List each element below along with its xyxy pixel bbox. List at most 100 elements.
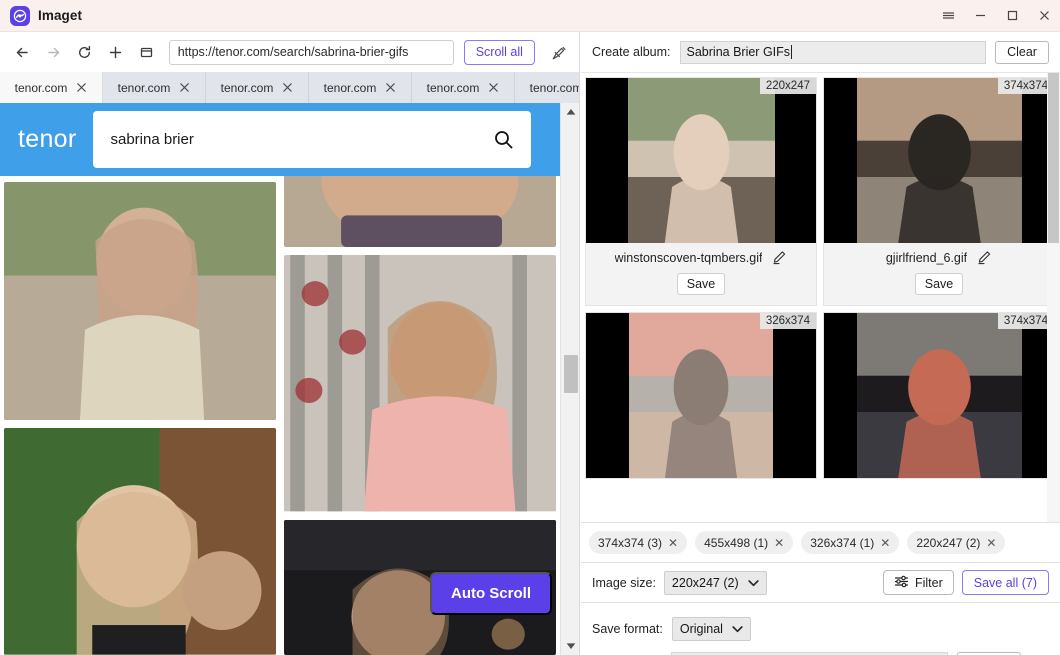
browser-tab[interactable]: tenor.com <box>309 72 412 103</box>
minimize-icon[interactable] <box>964 0 996 32</box>
tenor-search-value: sabrina brier <box>110 131 194 148</box>
hamburger-icon[interactable] <box>932 0 964 32</box>
card-list: 220x247 winstonscoven-tqmbers.gif Save 374x… <box>585 77 1056 479</box>
sliders-icon <box>894 574 909 592</box>
reload-icon[interactable] <box>70 37 99 67</box>
maximize-icon[interactable] <box>996 0 1028 32</box>
dimension-badge: 374x374 <box>997 313 1054 329</box>
tab-close-icon[interactable] <box>76 82 87 93</box>
file-location-row: File location: C:\Users\mobeesoft\Deskto… <box>581 646 1060 655</box>
browser-tab[interactable]: tenor.com <box>206 72 309 103</box>
browser-scrollbar[interactable] <box>560 103 579 655</box>
auto-scroll-button[interactable]: Auto Scroll <box>429 572 552 615</box>
tab-label: tenor.com <box>117 80 171 95</box>
app-brand: Imaget <box>0 5 82 26</box>
card-thumbnail[interactable]: 326x374 <box>586 313 816 478</box>
filter-button[interactable]: Filter <box>882 570 954 595</box>
image-card[interactable]: 326x374 <box>585 312 817 479</box>
card-thumbnail[interactable]: 374x374 <box>824 313 1054 478</box>
card-footer: gjirlfriend_6.gif Save <box>824 243 1054 305</box>
save-button[interactable]: Save <box>915 273 963 295</box>
filter-chip[interactable]: 326x374 (1) ✕ <box>801 531 900 554</box>
tab-label: tenor.com <box>529 80 580 95</box>
clear-button[interactable]: Clear <box>995 40 1049 64</box>
browser-pane: https://tenor.com/search/sabrina-brier-g… <box>0 32 580 655</box>
window-icon[interactable] <box>132 37 161 67</box>
change-location-button[interactable]: Change <box>957 651 1021 655</box>
arrow-right-icon[interactable] <box>39 37 68 67</box>
window-controls <box>932 0 1060 32</box>
gif-thumbnail[interactable] <box>4 428 276 655</box>
dimension-badge: 220x247 <box>759 78 816 94</box>
dimension-badge: 374x374 <box>997 78 1054 94</box>
scroll-all-button[interactable]: Scroll all <box>463 39 535 65</box>
filter-chip-label: 326x374 (1) <box>810 535 875 550</box>
downloads-panel: Create album: Sabrina Brier GIFs Clear 2… <box>581 32 1060 655</box>
save-format-select[interactable]: Original <box>671 617 751 641</box>
browser-tab[interactable]: tenor.com <box>412 72 515 103</box>
save-all-button[interactable]: Save all (7) <box>961 570 1049 595</box>
filter-chip-label: 455x498 (1) <box>704 535 769 550</box>
chip-remove-icon[interactable]: ✕ <box>986 537 996 549</box>
filter-chip[interactable]: 220x247 (2) ✕ <box>907 531 1006 554</box>
save-button[interactable]: Save <box>677 273 725 295</box>
chevron-down-icon <box>732 625 743 633</box>
album-name-input[interactable]: Sabrina Brier GIFs <box>679 40 986 64</box>
filter-chip-label: 220x247 (2) <box>916 535 981 550</box>
pencil-icon[interactable] <box>772 250 787 265</box>
pencil-icon[interactable] <box>977 250 992 265</box>
file-location-input[interactable]: C:\Users\mobeesoft\Desktop <box>671 651 949 655</box>
gif-thumbnail[interactable] <box>284 255 556 512</box>
image-size-row: Image size: 220x247 (2) Filter Save all … <box>581 563 1060 603</box>
chip-remove-icon[interactable]: ✕ <box>668 537 678 549</box>
image-card-grid: 220x247 winstonscoven-tqmbers.gif Save 374x… <box>581 73 1060 522</box>
image-size-select[interactable]: 220x247 (2) <box>663 570 767 595</box>
card-thumbnail[interactable]: 220x247 <box>586 78 816 243</box>
create-album-row: Create album: Sabrina Brier GIFs Clear <box>581 32 1060 73</box>
tenor-search-input[interactable]: sabrina brier <box>93 111 532 168</box>
panel-scrollbar[interactable] <box>1047 73 1060 522</box>
text-caret <box>791 45 793 59</box>
tab-close-icon[interactable] <box>179 82 190 93</box>
browser-tab[interactable]: tenor.com <box>515 72 580 103</box>
tab-close-icon[interactable] <box>282 82 293 93</box>
card-footer: winstonscoven-tqmbers.gif Save <box>586 243 816 305</box>
scroll-down-icon[interactable] <box>561 637 579 655</box>
image-card[interactable]: 374x374 gjirlfriend_6.gif Save <box>823 77 1055 306</box>
imaget-cloud-icon <box>10 5 30 26</box>
url-input[interactable]: https://tenor.com/search/sabrina-brier-g… <box>168 39 454 65</box>
browser-tab[interactable]: tenor.com <box>0 72 103 103</box>
image-size-label: Image size: <box>592 575 656 590</box>
tenor-logo: tenor <box>18 125 77 153</box>
scrollbar-thumb[interactable] <box>1048 73 1059 243</box>
scroll-up-icon[interactable] <box>561 103 579 121</box>
tenor-header: tenor sabrina brier <box>0 103 560 176</box>
dimension-badge: 326x374 <box>759 313 816 329</box>
broom-icon[interactable] <box>547 39 572 65</box>
filter-chip[interactable]: 374x374 (3) ✕ <box>589 531 688 554</box>
browser-tab[interactable]: tenor.com <box>103 72 206 103</box>
plus-icon[interactable] <box>101 37 130 67</box>
card-meta: gjirlfriend_6.gif <box>824 250 1054 265</box>
tab-label: tenor.com <box>14 80 68 95</box>
image-card[interactable]: 220x247 winstonscoven-tqmbers.gif Save <box>585 77 817 306</box>
tab-close-icon[interactable] <box>385 82 396 93</box>
search-icon[interactable] <box>493 129 514 150</box>
image-size-value: 220x247 (2) <box>671 575 739 590</box>
card-filename: gjirlfriend_6.gif <box>885 250 968 265</box>
chip-remove-icon[interactable]: ✕ <box>880 537 890 549</box>
filter-button-label: Filter <box>914 575 943 590</box>
save-format-row: Save format: Original <box>581 612 1060 646</box>
filter-chip[interactable]: 455x498 (1) ✕ <box>695 531 794 554</box>
chip-remove-icon[interactable]: ✕ <box>774 537 784 549</box>
image-card[interactable]: 374x374 <box>823 312 1055 479</box>
filter-chips-row: 374x374 (3) ✕ 455x498 (1) ✕ 326x374 (1) ✕ 220x… <box>581 522 1060 563</box>
close-icon[interactable] <box>1028 0 1060 32</box>
gif-thumbnail[interactable] <box>4 182 276 421</box>
card-filename: winstonscoven-tqmbers.gif <box>614 250 763 265</box>
card-thumbnail[interactable]: 374x374 <box>824 78 1054 243</box>
tab-close-icon[interactable] <box>488 82 499 93</box>
scrollbar-thumb[interactable] <box>564 355 578 393</box>
tab-strip: tenor.com tenor.com tenor.com tenor.com teno… <box>0 72 580 103</box>
arrow-left-icon[interactable] <box>8 37 37 67</box>
